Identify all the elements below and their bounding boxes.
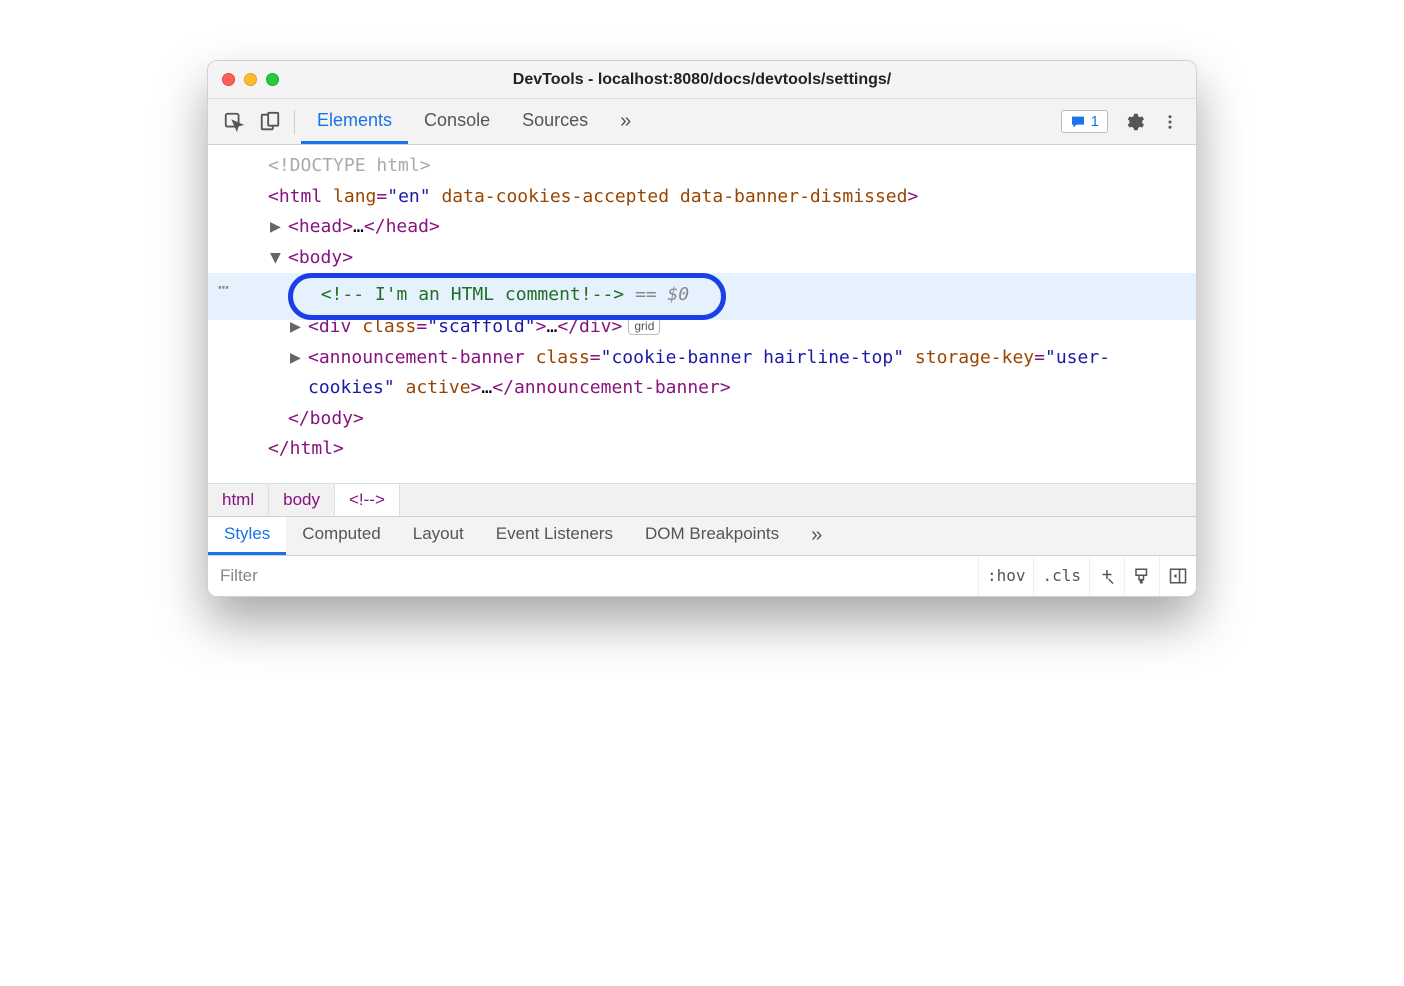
tab-console[interactable]: Console — [408, 99, 506, 144]
collapse-triangle-icon[interactable]: ▼ — [270, 243, 284, 274]
dom-body-open[interactable]: ▼ <body> — [208, 243, 1196, 274]
dom-html-open[interactable]: <html lang="en" data-cookies-accepted da… — [208, 182, 1196, 213]
traffic-lights — [222, 73, 279, 86]
dom-head[interactable]: ▶ <head>…</head> — [208, 212, 1196, 243]
crumb-body[interactable]: body — [269, 484, 335, 516]
styles-filter-bar: :hov .cls — [208, 556, 1196, 596]
minimize-window-button[interactable] — [244, 73, 257, 86]
separator — [294, 110, 295, 134]
tab-elements[interactable]: Elements — [301, 99, 408, 144]
issues-count: 1 — [1091, 113, 1099, 130]
message-icon — [1070, 114, 1086, 130]
close-window-button[interactable] — [222, 73, 235, 86]
new-style-rule-icon[interactable] — [1089, 556, 1124, 596]
collapse-pane-icon[interactable] — [1159, 556, 1196, 596]
window-title: DevTools - localhost:8080/docs/devtools/… — [222, 71, 1182, 89]
expand-triangle-icon[interactable]: ▶ — [290, 343, 304, 374]
subtab-styles[interactable]: Styles — [208, 517, 286, 555]
tab-sources[interactable]: Sources — [506, 99, 604, 144]
highlight-oval: <!-- I'm an HTML comment!--> == $0 — [288, 273, 726, 320]
dom-html-close[interactable]: </html> — [208, 434, 1196, 465]
dom-body-close[interactable]: </body> — [208, 404, 1196, 435]
subtab-layout[interactable]: Layout — [397, 517, 480, 555]
dom-breadcrumb: html body <!--> — [208, 483, 1196, 516]
crumb-html[interactable]: html — [208, 484, 269, 516]
hov-toggle-button[interactable]: :hov — [978, 556, 1034, 596]
cls-toggle-button[interactable]: .cls — [1033, 556, 1089, 596]
maximize-window-button[interactable] — [266, 73, 279, 86]
device-toolbar-icon[interactable] — [256, 108, 284, 136]
main-tabs: Elements Console Sources — [301, 99, 604, 144]
subtab-computed[interactable]: Computed — [286, 517, 396, 555]
dom-tree[interactable]: <!DOCTYPE html> <html lang="en" data-coo… — [208, 145, 1196, 483]
kebab-menu-icon[interactable] — [1156, 108, 1184, 136]
issues-button[interactable]: 1 — [1061, 110, 1108, 133]
gutter-menu-icon[interactable]: ⋯ — [218, 273, 228, 304]
expand-triangle-icon[interactable]: ▶ — [270, 212, 284, 243]
titlebar: DevTools - localhost:8080/docs/devtools/… — [208, 61, 1196, 99]
crumb-comment[interactable]: <!--> — [335, 484, 400, 516]
subtab-event-listeners[interactable]: Event Listeners — [480, 517, 629, 555]
styles-filter-input[interactable] — [208, 556, 978, 596]
subtab-dom-breakpoints[interactable]: DOM Breakpoints — [629, 517, 795, 555]
paint-brush-icon[interactable] — [1124, 556, 1159, 596]
dom-doctype[interactable]: <!DOCTYPE html> — [208, 151, 1196, 182]
main-toolbar: Elements Console Sources » 1 — [208, 99, 1196, 145]
inspect-element-icon[interactable] — [220, 108, 248, 136]
subtabs-overflow-icon[interactable]: » — [799, 524, 834, 547]
devtools-window: DevTools - localhost:8080/docs/devtools/… — [207, 60, 1197, 597]
styles-tab-bar: Styles Computed Layout Event Listeners D… — [208, 516, 1196, 556]
dom-announcement-banner[interactable]: ▶ <announcement-banner class="cookie-ban… — [208, 343, 1196, 404]
settings-icon[interactable] — [1120, 108, 1148, 136]
tabs-overflow-icon[interactable]: » — [608, 110, 643, 133]
